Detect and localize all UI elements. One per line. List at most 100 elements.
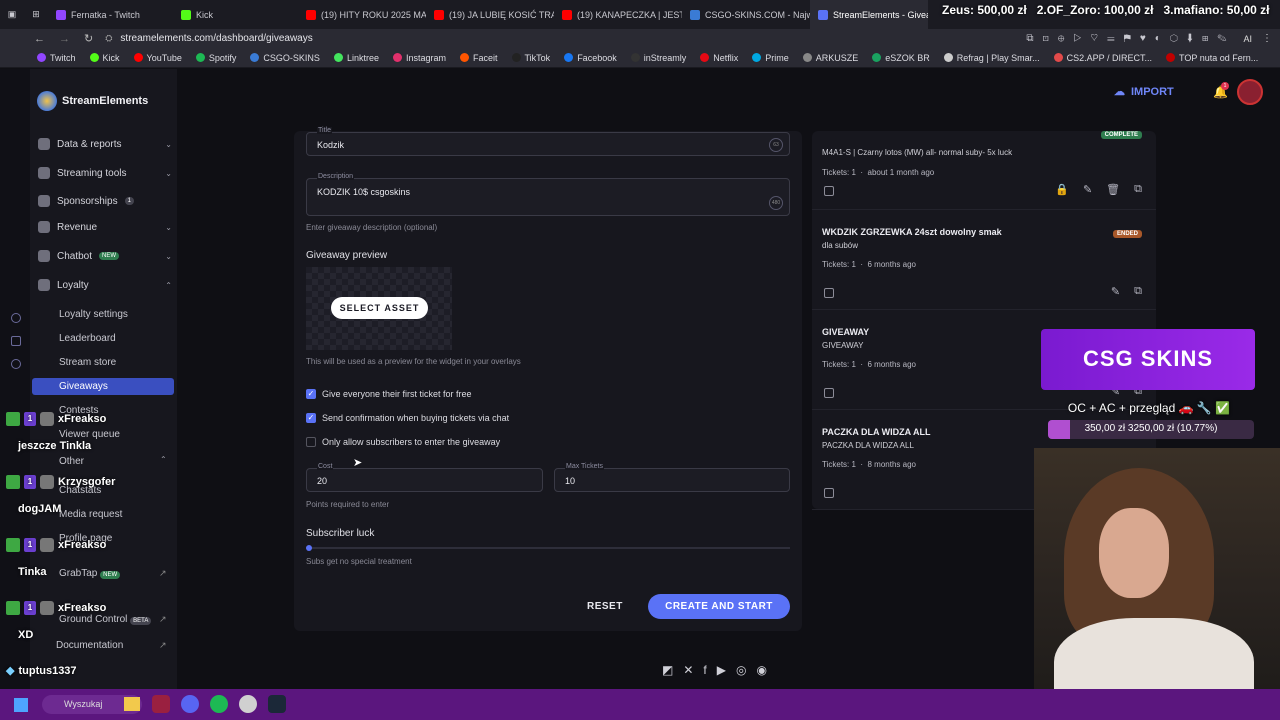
discord-icon[interactable]: ◉ [756, 663, 766, 677]
sidebar-sub-stream-store[interactable]: Stream store [59, 357, 116, 368]
browser-tab-youtube-3[interactable]: (19) KANAPECZKA | JEST [554, 0, 682, 29]
sidebar-item-loyalty[interactable]: Loyalty ⌃ [38, 274, 172, 296]
instagram-icon[interactable]: ◎ [736, 663, 746, 677]
bookmark-item[interactable]: Netflix [693, 53, 745, 63]
bookmark-item[interactable]: inStreamly [624, 53, 694, 63]
unchecked-icon[interactable] [306, 437, 316, 447]
sidebar-item-chatbot[interactable]: Chatbot NEW ⌄ [38, 245, 172, 267]
tab-actions-icon[interactable]: ⊞ [24, 0, 48, 29]
tab-overview-icon[interactable]: ▣ [0, 0, 24, 29]
stats-icon[interactable] [824, 288, 834, 298]
browser-tab-csgoskins[interactable]: CSGO-SKINS.COM - Najw [682, 0, 810, 29]
giveaway-card[interactable]: M4A1-S | Czarny lotos (MW) all- normal s… [812, 131, 1156, 210]
stats-icon[interactable] [824, 388, 834, 398]
bookmark-item[interactable]: TikTok [505, 53, 558, 63]
bookmark-item[interactable]: Prime [745, 53, 796, 63]
browser-tab-twitch[interactable]: Fernatka - Twitch [48, 0, 173, 29]
sidebar-sub-loyalty-settings[interactable]: Loyalty settings [59, 309, 128, 320]
settings-icon[interactable] [11, 359, 21, 369]
edit-icon[interactable]: ✎ [1083, 183, 1092, 196]
subscriber-luck-slider-track[interactable] [306, 547, 790, 549]
title-input-value[interactable]: Kodzik [317, 140, 344, 150]
discord-icon[interactable] [181, 695, 199, 713]
bookmark-item[interactable]: Linktree [327, 53, 386, 63]
checked-icon[interactable]: ✓ [306, 413, 316, 423]
reload-icon[interactable]: ↻ [84, 32, 93, 45]
reset-button[interactable]: RESET [587, 601, 623, 612]
checkbox-send-confirmation[interactable]: ✓ Send confirmation when buying tickets v… [306, 413, 509, 423]
copy-icon[interactable]: ⧉ [1134, 183, 1142, 196]
steam-icon[interactable] [268, 695, 286, 713]
sidebar-item-grabtap[interactable]: GrabTap NEW [59, 568, 121, 579]
bookmark-item[interactable]: CSGO-SKINS [243, 53, 327, 63]
x-icon[interactable]: ✕ [683, 663, 693, 677]
max-tickets-field[interactable]: Max Tickets 10 [554, 463, 790, 492]
create-and-start-button[interactable]: CREATE AND START [648, 594, 790, 619]
sidebar-sub-leaderboard[interactable]: Leaderboard [59, 333, 116, 344]
twitch-icon[interactable]: ◩ [662, 663, 673, 677]
stats-icon[interactable] [824, 488, 834, 498]
sidebar-sub-viewer-queue[interactable]: Viewer queue [59, 429, 120, 440]
sidebar-item-sponsorships[interactable]: Sponsorships 1 [38, 190, 172, 212]
subscriber-luck-slider-handle[interactable] [306, 545, 312, 551]
sidebar-item-revenue[interactable]: Revenue ⌄ [38, 216, 172, 238]
site-info-icon[interactable]: ⛭ [105, 33, 112, 44]
select-asset-button[interactable]: SELECT ASSET [331, 297, 428, 319]
tag-icon[interactable] [11, 336, 21, 346]
import-button[interactable]: ☁ IMPORT [1114, 85, 1174, 99]
bookmark-item[interactable]: Facebook [557, 53, 624, 63]
ai-icon[interactable]: AI [1243, 34, 1252, 44]
browser-tab-kick[interactable]: Kick [173, 0, 298, 29]
back-icon[interactable]: ← [34, 33, 45, 45]
bookmark-item[interactable]: CS2.APP / DIRECT... [1047, 53, 1159, 63]
bookmark-item[interactable]: Kick [83, 53, 127, 63]
bookmark-item[interactable]: Spotify [189, 53, 244, 63]
youtube-icon[interactable]: ▶ [717, 663, 726, 677]
bookmark-item[interactable]: eSZOK BR [865, 53, 937, 63]
edit-icon[interactable]: ✎ [1111, 285, 1120, 298]
clock-icon[interactable] [11, 313, 21, 323]
bookmark-item[interactable]: TOP nuta od Fern... [1159, 53, 1265, 63]
title-field[interactable]: Title Kodzik 63 [306, 127, 790, 156]
checkbox-first-ticket-free[interactable]: ✓ Give everyone their first ticket for fr… [306, 389, 472, 399]
browser-tab-youtube-2[interactable]: (19) JA LUBIĘ KOSIĆ TRA [426, 0, 554, 29]
file-explorer-icon[interactable] [124, 697, 140, 711]
forward-icon[interactable]: → [59, 33, 70, 45]
bookmark-item[interactable]: Refrag | Play Smar... [937, 53, 1047, 63]
sidebar-item-streaming-tools[interactable]: Streaming tools ⌄ [38, 162, 172, 184]
browser-tab-youtube-1[interactable]: (19) HITY ROKU 2025 MA [298, 0, 426, 29]
cost-field[interactable]: Cost 20 [306, 463, 543, 492]
copy-icon[interactable]: ⧉ [1134, 285, 1142, 298]
sidebar-item-data-reports[interactable]: Data & reports ⌄ [38, 133, 172, 155]
description-field[interactable]: Description KODZIK 10$ csgoskins 480 [306, 173, 790, 216]
url-text[interactable]: streamelements.com/dashboard/giveaways [120, 33, 312, 44]
bookmark-item[interactable]: Faceit [453, 53, 505, 63]
checkbox-subscribers-only[interactable]: Only allow subscribers to enter the give… [306, 437, 500, 447]
sidebar-item-other[interactable]: Other [59, 456, 84, 467]
obs-icon[interactable] [239, 695, 257, 713]
browser-tab-streamelements[interactable]: StreamElements - Giveaw [810, 0, 928, 29]
cost-input-value[interactable]: 20 [317, 476, 327, 486]
lock-icon[interactable]: 🔒 [1055, 183, 1069, 196]
description-input-value[interactable]: KODZIK 10$ csgoskins [317, 187, 410, 197]
max-tickets-input-value[interactable]: 10 [565, 476, 575, 486]
giveaway-card[interactable]: WKDZIK ZGRZEWKA 24szt dowolny smak dla su… [812, 210, 1156, 310]
sidebar-item-ground-control[interactable]: Ground Control BETA [59, 614, 152, 625]
stats-icon[interactable] [824, 186, 834, 196]
spotify-icon[interactable] [210, 695, 228, 713]
bookmark-item[interactable]: Twitch [30, 53, 83, 63]
delete-icon[interactable]: 🗑 [1106, 183, 1120, 196]
windows-start-icon[interactable] [14, 698, 28, 712]
facebook-icon[interactable]: f [703, 663, 706, 677]
avatar[interactable] [1237, 79, 1263, 105]
bookmark-item[interactable]: YouTube [127, 53, 189, 63]
bookmark-item[interactable]: ARKUSZE [796, 53, 866, 63]
opera-gx-icon[interactable] [152, 695, 170, 713]
bookmark-item[interactable]: Instagram [386, 53, 453, 63]
checked-icon[interactable]: ✓ [306, 389, 316, 399]
sidebar-item-documentation[interactable]: Documentation [56, 640, 123, 651]
menu-icon[interactable]: ⋮ [1262, 33, 1272, 44]
sidebar-sub-giveaways[interactable]: Giveaways [59, 381, 108, 392]
extension-icons[interactable]: ⧉⊡⊕▷♡☰⚑♥◐⬡⬇⊞✎ [1026, 33, 1235, 44]
sidebar-sub-media-request[interactable]: Media request [59, 509, 122, 520]
